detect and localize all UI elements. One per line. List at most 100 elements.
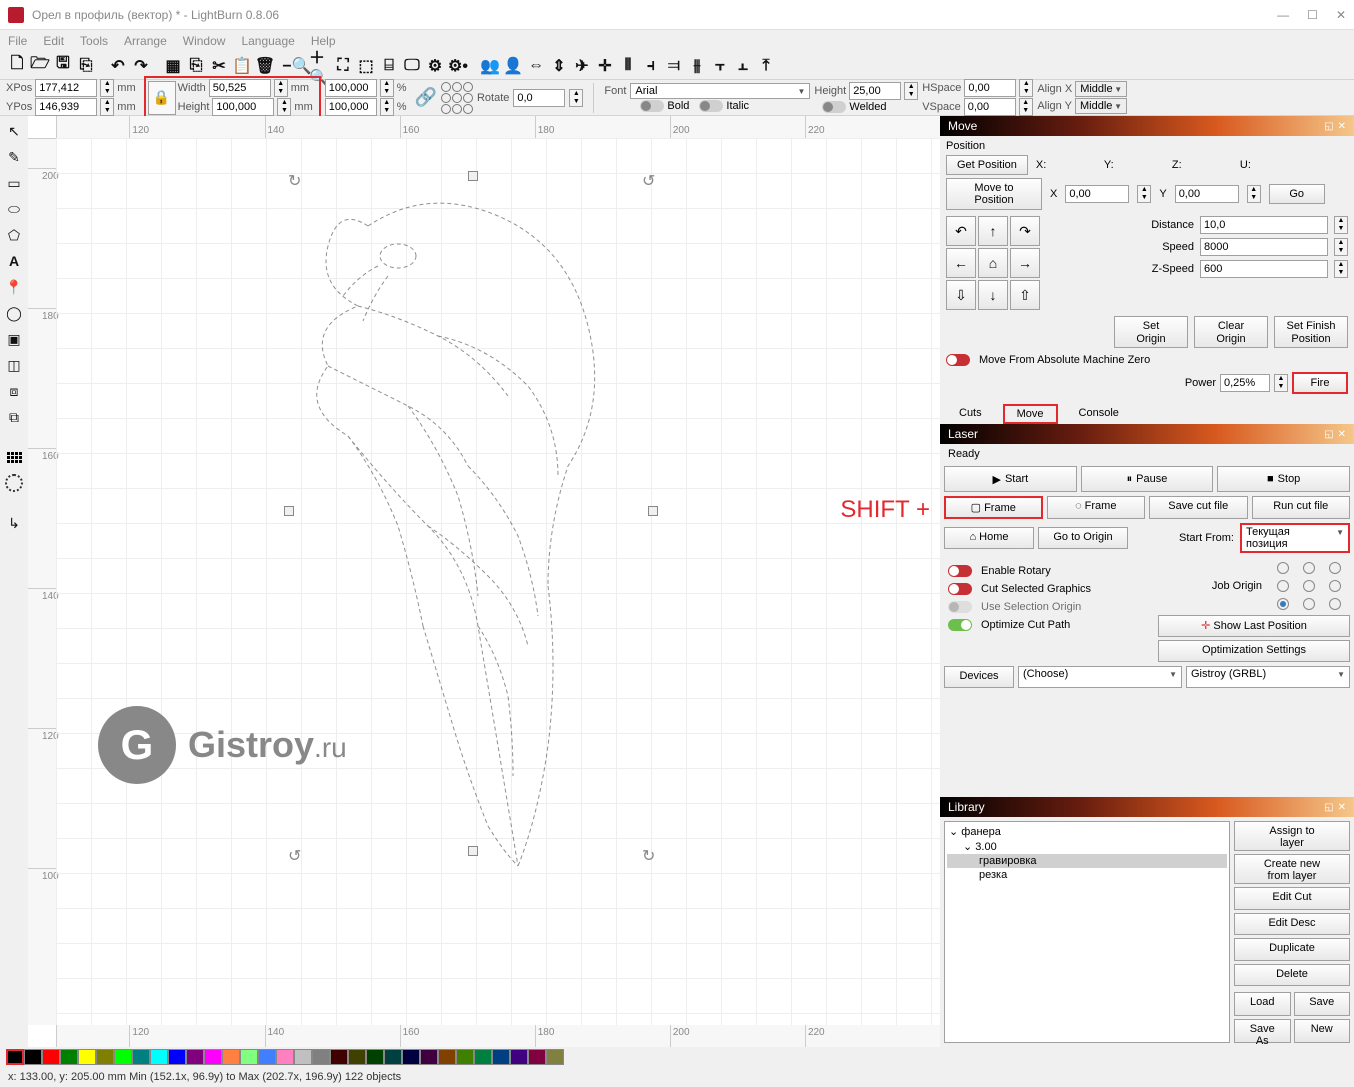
devices-button[interactable]: Devices <box>944 666 1014 688</box>
color-swatch[interactable] <box>438 1049 456 1065</box>
cut-icon[interactable]: ✂ <box>208 55 230 77</box>
color-swatch[interactable] <box>6 1049 24 1065</box>
xpos-spinner[interactable]: ▲▼ <box>100 79 114 97</box>
color-swatch[interactable] <box>348 1049 366 1065</box>
home-button[interactable]: ⌂ Home <box>944 527 1034 549</box>
artwork-eagle[interactable] <box>288 166 648 926</box>
edit-desc-button[interactable]: Edit Desc <box>1234 913 1350 936</box>
color-swatch[interactable] <box>60 1049 78 1065</box>
rotate-handle[interactable]: ↺ <box>288 846 301 866</box>
jog-zdown-icon[interactable]: ⇩ <box>946 280 976 310</box>
menu-language[interactable]: Language <box>241 34 294 48</box>
color-swatch[interactable] <box>456 1049 474 1065</box>
tree-leaf-cut[interactable]: резка <box>947 868 1227 882</box>
tree-node-root[interactable]: ⌄ фанера <box>947 824 1227 839</box>
color-swatch[interactable] <box>168 1049 186 1065</box>
bold-toggle[interactable]: Bold <box>640 100 689 112</box>
marker-tool[interactable]: 📍 <box>3 276 25 298</box>
move-to-page-icon[interactable]: ⤒ <box>755 55 777 77</box>
group-icon[interactable]: 👥 <box>479 55 501 77</box>
jog-down-icon[interactable]: ↓ <box>978 280 1008 310</box>
color-swatch[interactable] <box>150 1049 168 1065</box>
distance-spinner[interactable]: ▲▼ <box>1334 216 1348 234</box>
edit-cut-button[interactable]: Edit Cut <box>1234 887 1350 910</box>
text-height-spinner[interactable]: ▲▼ <box>904 82 918 100</box>
tree-leaf-engrave[interactable]: гравировка <box>947 854 1227 868</box>
text-height-input[interactable] <box>849 82 901 100</box>
italic-toggle[interactable]: Italic <box>699 100 749 112</box>
vspace-input[interactable] <box>964 98 1016 116</box>
color-swatch[interactable] <box>258 1049 276 1065</box>
radial-array-tool[interactable] <box>3 472 25 494</box>
boolean-tool[interactable]: ⧈ <box>3 380 25 402</box>
save-cut-button[interactable]: Save cut file <box>1149 496 1248 519</box>
power-input[interactable] <box>1220 374 1270 392</box>
power-spinner[interactable]: ▲▼ <box>1274 374 1288 392</box>
run-cut-button[interactable]: Run cut file <box>1252 496 1351 519</box>
distance-input[interactable] <box>1200 216 1328 234</box>
menu-arrange[interactable]: Arrange <box>124 34 167 48</box>
delete-icon[interactable]: 🗑 <box>254 55 276 77</box>
new-file-icon[interactable]: 🗋 <box>6 55 28 77</box>
zoom-page-icon[interactable]: ⌸ <box>378 55 400 77</box>
move-from-zero-toggle[interactable] <box>946 354 970 366</box>
zoom-fit-icon[interactable]: ⛶ <box>332 55 354 77</box>
frame-square-button[interactable]: ▢ Frame <box>944 496 1043 519</box>
color-swatch[interactable] <box>474 1049 492 1065</box>
color-swatch[interactable] <box>312 1049 330 1065</box>
offset-tool[interactable]: ◫ <box>3 354 25 376</box>
assign-to-layer-button[interactable]: Assign to layer <box>1234 821 1350 851</box>
preview-icon[interactable]: 🖵 <box>401 55 423 77</box>
redo-icon[interactable]: ↷ <box>130 55 152 77</box>
color-swatch[interactable] <box>402 1049 420 1065</box>
pause-button[interactable]: ⏸ Pause <box>1081 466 1214 492</box>
fire-button[interactable]: Fire <box>1292 372 1348 394</box>
load-button[interactable]: Load <box>1234 992 1291 1016</box>
text-tool[interactable]: A <box>3 250 25 272</box>
lock-aspect-icon[interactable]: 🔒 <box>148 81 176 115</box>
polygon-tool[interactable]: ⬠ <box>3 224 25 246</box>
close-panel-icon[interactable]: ✕ <box>1338 121 1346 132</box>
color-swatch[interactable] <box>492 1049 510 1065</box>
click-position-tool[interactable]: ↳ <box>3 512 25 534</box>
rotate-handle[interactable]: ↻ <box>288 171 301 191</box>
jog-zup-icon[interactable]: ⇧ <box>1010 280 1040 310</box>
tab-cuts[interactable]: Cuts <box>946 404 995 424</box>
menu-tools[interactable]: Tools <box>80 34 108 48</box>
pen-tool[interactable]: ✎ <box>3 146 25 168</box>
color-swatch[interactable] <box>366 1049 384 1065</box>
resize-handle-bottom[interactable] <box>468 846 478 856</box>
align-left-icon[interactable]: ⫞ <box>640 55 662 77</box>
go-button[interactable]: Go <box>1269 184 1325 204</box>
select-all-icon[interactable]: ▦ <box>162 55 184 77</box>
undock-icon[interactable]: ◱ <box>1324 121 1333 132</box>
color-swatch[interactable] <box>240 1049 258 1065</box>
scale-y-input[interactable] <box>325 98 377 116</box>
ungroup-icon[interactable]: 👤 <box>502 55 524 77</box>
anchor-grid[interactable] <box>441 82 473 114</box>
clear-origin-button[interactable]: Clear Origin <box>1194 316 1268 348</box>
close-button[interactable]: ✕ <box>1336 8 1346 22</box>
width-spinner[interactable]: ▲▼ <box>274 79 288 97</box>
rotate-spinner[interactable]: ▲▼ <box>569 89 583 107</box>
resize-handle-left[interactable] <box>284 506 294 516</box>
ypos-input[interactable] <box>35 98 97 116</box>
rotate-input[interactable] <box>513 89 565 107</box>
alignx-combo[interactable]: Middle <box>1075 81 1127 97</box>
scale-x-spinner[interactable]: ▲▼ <box>380 79 394 97</box>
scale-y-spinner[interactable]: ▲▼ <box>380 98 394 116</box>
get-position-button[interactable]: Get Position <box>946 155 1028 175</box>
move-y-input[interactable] <box>1175 185 1239 203</box>
scale-x-input[interactable] <box>325 79 377 97</box>
move-y-spinner[interactable]: ▲▼ <box>1247 185 1261 203</box>
close-panel-icon[interactable]: ✕ <box>1338 429 1346 440</box>
device-settings-icon[interactable]: ⚙• <box>447 55 469 77</box>
scale-lock-icon[interactable]: 🔗 <box>415 87 437 108</box>
settings-icon[interactable]: ⚙ <box>424 55 446 77</box>
duplicate-button[interactable]: Duplicate <box>1234 938 1350 961</box>
tab-console[interactable]: Console <box>1066 404 1132 424</box>
node-edit-tool[interactable]: ▣ <box>3 328 25 350</box>
jog-up-icon[interactable]: ↑ <box>978 216 1008 246</box>
color-swatch[interactable] <box>24 1049 42 1065</box>
color-swatch[interactable] <box>330 1049 348 1065</box>
